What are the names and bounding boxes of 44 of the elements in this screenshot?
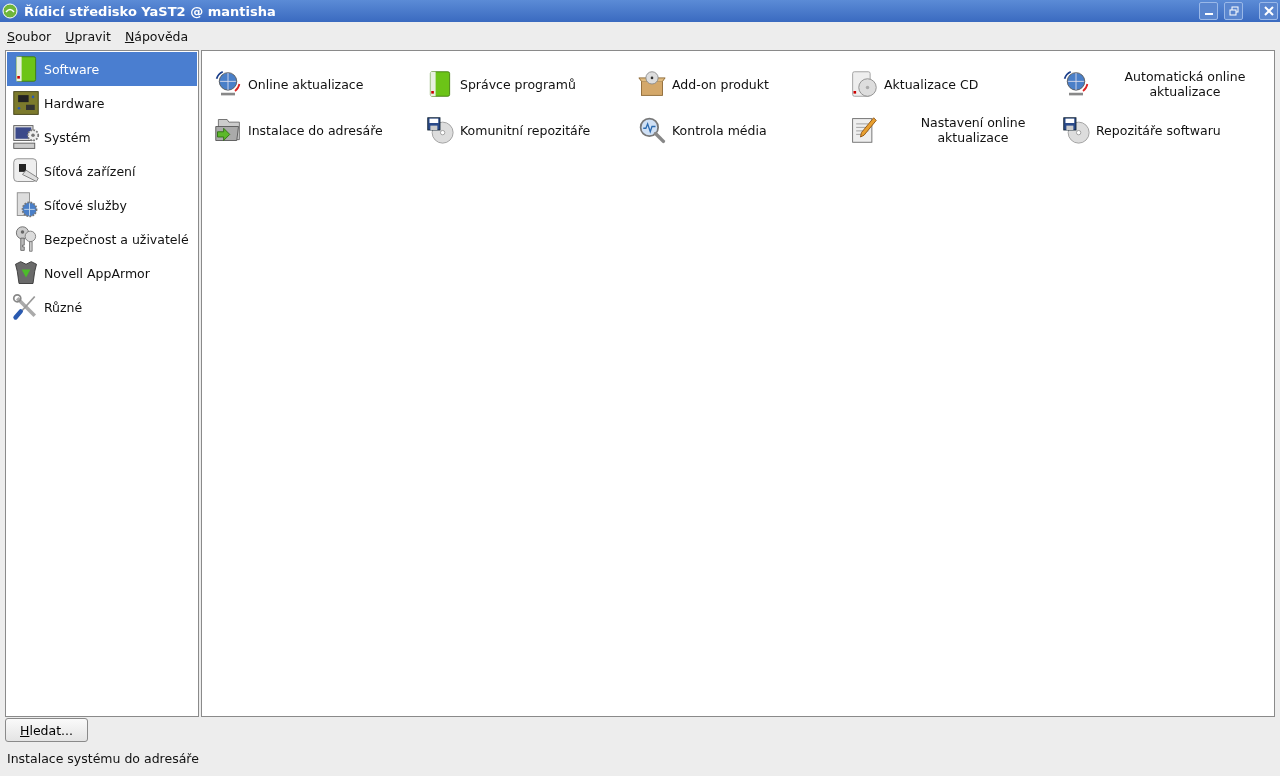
module-launcher[interactable]: Aktualizace CD	[850, 61, 1062, 107]
sidebar-item[interactable]: Síťová zařízení	[7, 154, 197, 188]
magnifier-wave-icon	[638, 116, 666, 144]
close-icon	[1263, 6, 1274, 16]
sidebar-item[interactable]: Software	[7, 52, 197, 86]
menu-item[interactable]: Soubor	[2, 28, 57, 44]
module-launcher[interactable]: Nastavení online aktualizace	[850, 107, 1062, 153]
floppy-disc-icon	[426, 116, 454, 144]
sidebar-item[interactable]: Systém	[7, 120, 197, 154]
window-title: Řídicí středisko YaST2 @ mantisha	[24, 3, 277, 19]
module-launcher[interactable]: Automatická online aktualizace	[1062, 61, 1274, 107]
restore-icon	[1228, 6, 1239, 16]
app-logo-icon	[2, 3, 18, 19]
module-launcher[interactable]: Repozitáře softwaru	[1062, 107, 1274, 153]
floppy-disc-icon	[1062, 116, 1090, 144]
network-plug-icon	[12, 157, 40, 185]
sidebar-item[interactable]: Bezpečnost a uživatelé	[7, 222, 197, 256]
armor-shield-icon	[12, 259, 40, 287]
module-launcher[interactable]: Online aktualizace	[214, 61, 426, 107]
computer-gear-icon	[12, 123, 40, 151]
minimize-button[interactable]	[1199, 2, 1218, 20]
sidebar-item[interactable]: Síťové služby	[7, 188, 197, 222]
sidebar-item[interactable]: Různé	[7, 290, 197, 324]
module-launcher[interactable]: Správce programů	[426, 61, 638, 107]
globe-arrows-icon	[1062, 70, 1090, 98]
sidebar-item[interactable]: Hardware	[7, 86, 197, 120]
module-launcher[interactable]: Instalace do adresáře	[214, 107, 426, 153]
notepad-pencil-icon	[850, 116, 878, 144]
sidebar-item[interactable]: Novell AppArmor	[7, 256, 197, 290]
menu-item[interactable]: Upravit	[60, 28, 116, 44]
close-button[interactable]	[1259, 2, 1278, 20]
restore-button[interactable]	[1224, 2, 1243, 20]
package-disc-icon	[638, 70, 666, 98]
module-launcher[interactable]: Komunitní repozitáře	[426, 107, 638, 153]
module-launcher[interactable]: Kontrola média	[638, 107, 850, 153]
menu-item[interactable]: Nápověda	[119, 28, 194, 44]
search-button[interactable]: Hledat...	[5, 718, 88, 742]
globe-arrows-icon	[214, 70, 242, 98]
folder-arrow-icon	[214, 116, 242, 144]
minimize-icon	[1204, 13, 1213, 15]
circuit-board-icon	[12, 89, 40, 117]
module-launcher[interactable]: Add-on produkt	[638, 61, 850, 107]
disc-box-icon	[850, 70, 878, 98]
status-text: Instalace systému do adresáře	[6, 750, 200, 768]
